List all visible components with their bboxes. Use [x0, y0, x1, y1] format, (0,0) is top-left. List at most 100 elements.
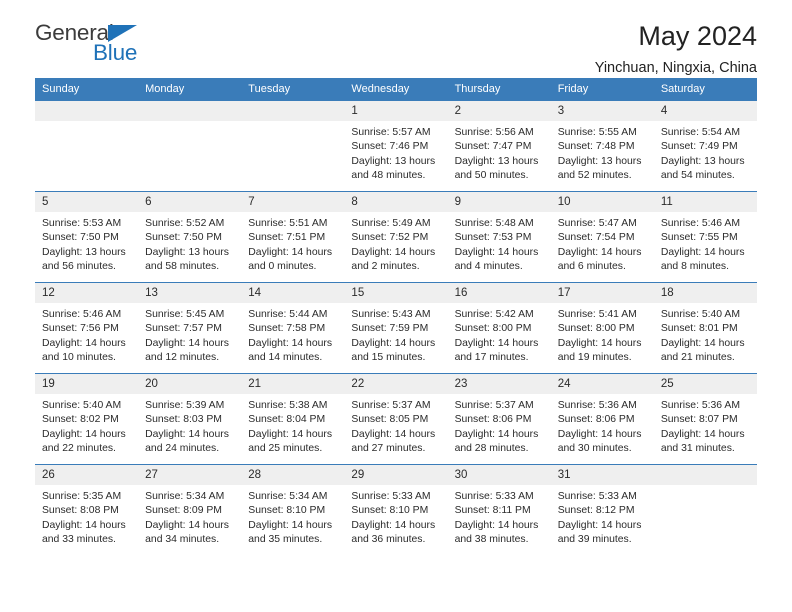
calendar-day-cell[interactable]: 17 Sunrise: 5:41 AM Sunset: 8:00 PM Dayligh… — [550, 282, 654, 374]
sunset-time: Sunset: 7:57 PM — [145, 323, 222, 335]
daylight-duration-line2: and 33 minutes. — [42, 533, 116, 545]
day-number: 5 — [35, 192, 139, 212]
day-number: 23 — [447, 374, 551, 394]
daylight-duration-line2: and 48 minutes. — [351, 169, 426, 181]
calendar-page: General Blue May 2024 Yinchuan, Ningxia,… — [0, 0, 792, 612]
day-details: Sunrise: 5:40 AM Sunset: 8:02 PM Daylight:… — [35, 394, 138, 456]
calendar-day-cell[interactable]: 28 Sunrise: 5:34 AM Sunset: 8:10 PM Dayligh… — [241, 464, 345, 555]
day-details: Sunrise: 5:45 AM Sunset: 7:57 PM Daylight:… — [138, 303, 241, 365]
daylight-duration-line2: and 28 minutes. — [454, 442, 529, 454]
calendar-day-cell[interactable]: 9 Sunrise: 5:48 AM Sunset: 7:53 PM Daylight… — [447, 191, 551, 283]
calendar-day-cell[interactable]: 24 Sunrise: 5:36 AM Sunset: 8:06 PM Dayligh… — [550, 373, 654, 465]
title-block: May 2024 Yinchuan, Ningxia, China — [595, 21, 757, 77]
day-number: 18 — [653, 283, 757, 303]
calendar-day-cell[interactable]: 19 Sunrise: 5:40 AM Sunset: 8:02 PM Dayligh… — [35, 373, 139, 465]
day-details: Sunrise: 5:47 AM Sunset: 7:54 PM Daylight:… — [551, 212, 654, 274]
calendar-day-cell[interactable]: 26 Sunrise: 5:35 AM Sunset: 8:08 PM Dayligh… — [35, 464, 139, 555]
calendar-day-cell[interactable]: 14 Sunrise: 5:44 AM Sunset: 7:58 PM Dayligh… — [241, 282, 345, 374]
calendar-day-cell[interactable]: 8 Sunrise: 5:49 AM Sunset: 7:52 PM Daylight… — [344, 191, 448, 283]
sunrise-time: Sunrise: 5:33 AM — [351, 491, 431, 502]
sunrise-time: Sunrise: 5:57 AM — [351, 127, 431, 138]
calendar-day-cell[interactable]: 31 Sunrise: 5:33 AM Sunset: 8:12 PM Dayligh… — [550, 464, 654, 555]
daylight-duration-line1: Daylight: 14 hours — [454, 519, 539, 531]
calendar-day-cell[interactable]: 15 Sunrise: 5:43 AM Sunset: 7:59 PM Dayligh… — [344, 282, 448, 374]
calendar-day-cell[interactable]: 22 Sunrise: 5:37 AM Sunset: 8:05 PM Dayligh… — [344, 373, 448, 465]
day-number: 11 — [653, 192, 757, 212]
calendar-day-cell[interactable]: 20 Sunrise: 5:39 AM Sunset: 8:03 PM Dayligh… — [138, 373, 242, 465]
sunset-time: Sunset: 8:10 PM — [351, 505, 429, 517]
day-details: Sunrise: 5:41 AM Sunset: 8:00 PM Daylight:… — [551, 303, 654, 365]
sunrise-time: Sunrise: 5:40 AM — [42, 400, 122, 411]
day-number: 13 — [138, 283, 242, 303]
day-cell-inner: 16 Sunrise: 5:42 AM Sunset: 8:00 PM Dayligh… — [447, 283, 551, 373]
daylight-duration-line1: Daylight: 13 hours — [42, 246, 126, 258]
day-details: Sunrise: 5:51 AM Sunset: 7:51 PM Daylight:… — [241, 212, 344, 274]
calendar-day-cell[interactable]: 27 Sunrise: 5:34 AM Sunset: 8:09 PM Dayligh… — [138, 464, 242, 555]
daylight-duration-line1: Daylight: 14 hours — [145, 519, 229, 531]
daylight-duration-line2: and 58 minutes. — [145, 260, 220, 272]
page-title: May 2024 — [638, 21, 757, 51]
calendar-day-cell[interactable]: 7 Sunrise: 5:51 AM Sunset: 7:51 PM Daylight… — [241, 191, 345, 283]
day-details: Sunrise: 5:34 AM Sunset: 8:09 PM Daylight:… — [138, 485, 241, 547]
calendar-day-cell[interactable]: 5 Sunrise: 5:53 AM Sunset: 7:50 PM Daylight… — [35, 191, 139, 283]
daylight-duration-line1: Daylight: 13 hours — [145, 246, 229, 258]
calendar-table: Sunday Monday Tuesday Wednesday Thursday Frid… — [35, 78, 757, 555]
day-details: Sunrise: 5:54 AM Sunset: 7:49 PM Daylight:… — [654, 121, 757, 183]
calendar-day-cell[interactable]: 3 Sunrise: 5:55 AM Sunset: 7:48 PM Daylight… — [550, 101, 654, 192]
sunrise-time: Sunrise: 5:41 AM — [557, 309, 637, 320]
calendar-day-cell[interactable]: 4 Sunrise: 5:54 AM Sunset: 7:49 PM Daylight… — [653, 101, 757, 192]
sunset-time: Sunset: 8:11 PM — [454, 505, 531, 517]
sunrise-time: Sunrise: 5:45 AM — [145, 309, 225, 320]
daylight-duration-line2: and 52 minutes. — [557, 169, 632, 181]
day-details: Sunrise: 5:56 AM Sunset: 7:47 PM Daylight:… — [448, 121, 551, 183]
calendar-day-cell[interactable]: 23 Sunrise: 5:37 AM Sunset: 8:06 PM Dayligh… — [447, 373, 551, 465]
sunrise-time: Sunrise: 5:37 AM — [454, 400, 534, 411]
daylight-duration-line2: and 4 minutes. — [454, 260, 523, 272]
sunrise-time: Sunrise: 5:37 AM — [351, 400, 431, 411]
day-number: 9 — [447, 192, 551, 212]
calendar-day-cell[interactable]: 16 Sunrise: 5:42 AM Sunset: 8:00 PM Dayligh… — [447, 282, 551, 374]
sunset-time: Sunset: 8:08 PM — [42, 505, 119, 517]
sunrise-time: Sunrise: 5:51 AM — [248, 218, 328, 229]
sunrise-time: Sunrise: 5:36 AM — [557, 400, 637, 411]
calendar-day-cell[interactable]: 13 Sunrise: 5:45 AM Sunset: 7:57 PM Dayligh… — [138, 282, 242, 374]
calendar-week-row: 26 Sunrise: 5:35 AM Sunset: 8:08 PM Dayligh… — [35, 464, 757, 555]
calendar-day-cell[interactable]: 1 Sunrise: 5:57 AM Sunset: 7:46 PM Daylight… — [344, 101, 448, 192]
calendar-day-cell[interactable]: 11 Sunrise: 5:46 AM Sunset: 7:55 PM Dayligh… — [653, 191, 757, 283]
daylight-duration-line2: and 38 minutes. — [454, 533, 529, 545]
calendar-day-cell[interactable]: 10 Sunrise: 5:47 AM Sunset: 7:54 PM Dayligh… — [550, 191, 654, 283]
sunset-time: Sunset: 7:50 PM — [145, 232, 222, 244]
brand-logo[interactable]: General Blue — [35, 21, 155, 68]
sunset-time: Sunset: 8:00 PM — [454, 323, 532, 335]
calendar-day-cell[interactable]: 2 Sunrise: 5:56 AM Sunset: 7:47 PM Daylight… — [447, 101, 551, 192]
day-details: Sunrise: 5:49 AM Sunset: 7:52 PM Daylight:… — [344, 212, 447, 274]
day-number: 21 — [241, 374, 345, 394]
calendar-day-cell[interactable]: 18 Sunrise: 5:40 AM Sunset: 8:01 PM Dayligh… — [653, 282, 757, 374]
daylight-duration-line2: and 19 minutes. — [557, 351, 632, 363]
day-number: 30 — [447, 465, 551, 485]
daylight-duration-line1: Daylight: 14 hours — [248, 337, 333, 349]
day-details: Sunrise: 5:33 AM Sunset: 8:11 PM Daylight:… — [448, 485, 551, 547]
calendar-week-row: 5 Sunrise: 5:53 AM Sunset: 7:50 PM Daylight… — [35, 191, 757, 283]
day-cell-inner: 15 Sunrise: 5:43 AM Sunset: 7:59 PM Dayligh… — [344, 283, 448, 373]
daylight-duration-line2: and 0 minutes. — [248, 260, 317, 272]
day-cell-inner: 9 Sunrise: 5:48 AM Sunset: 7:53 PM Daylight… — [447, 192, 551, 282]
sunset-time: Sunset: 8:10 PM — [248, 505, 326, 517]
day-number — [35, 101, 139, 121]
calendar-day-cell[interactable]: 25 Sunrise: 5:36 AM Sunset: 8:07 PM Dayligh… — [653, 373, 757, 465]
calendar-day-cell[interactable]: 12 Sunrise: 5:46 AM Sunset: 7:56 PM Dayligh… — [35, 282, 139, 374]
calendar-day-cell[interactable]: 6 Sunrise: 5:52 AM Sunset: 7:50 PM Daylight… — [138, 191, 242, 283]
daylight-duration-line2: and 8 minutes. — [660, 260, 730, 272]
daylight-duration-line2: and 27 minutes. — [351, 442, 426, 454]
day-cell-inner: 3 Sunrise: 5:55 AM Sunset: 7:48 PM Daylight… — [550, 101, 654, 191]
calendar-day-cell[interactable]: 29 Sunrise: 5:33 AM Sunset: 8:10 PM Dayligh… — [344, 464, 448, 555]
calendar-day-cell[interactable]: 21 Sunrise: 5:38 AM Sunset: 8:04 PM Dayligh… — [241, 373, 345, 465]
calendar-day-cell[interactable]: 30 Sunrise: 5:33 AM Sunset: 8:11 PM Dayligh… — [447, 464, 551, 555]
daylight-duration-line2: and 24 minutes. — [145, 442, 220, 454]
sunset-time: Sunset: 8:09 PM — [145, 505, 222, 517]
day-number: 28 — [241, 465, 345, 485]
day-cell-inner: 25 Sunrise: 5:36 AM Sunset: 8:07 PM Dayligh… — [653, 374, 757, 464]
sunset-time: Sunset: 8:03 PM — [145, 414, 222, 426]
sunset-time: Sunset: 8:06 PM — [454, 414, 532, 426]
day-cell-inner — [138, 101, 242, 191]
